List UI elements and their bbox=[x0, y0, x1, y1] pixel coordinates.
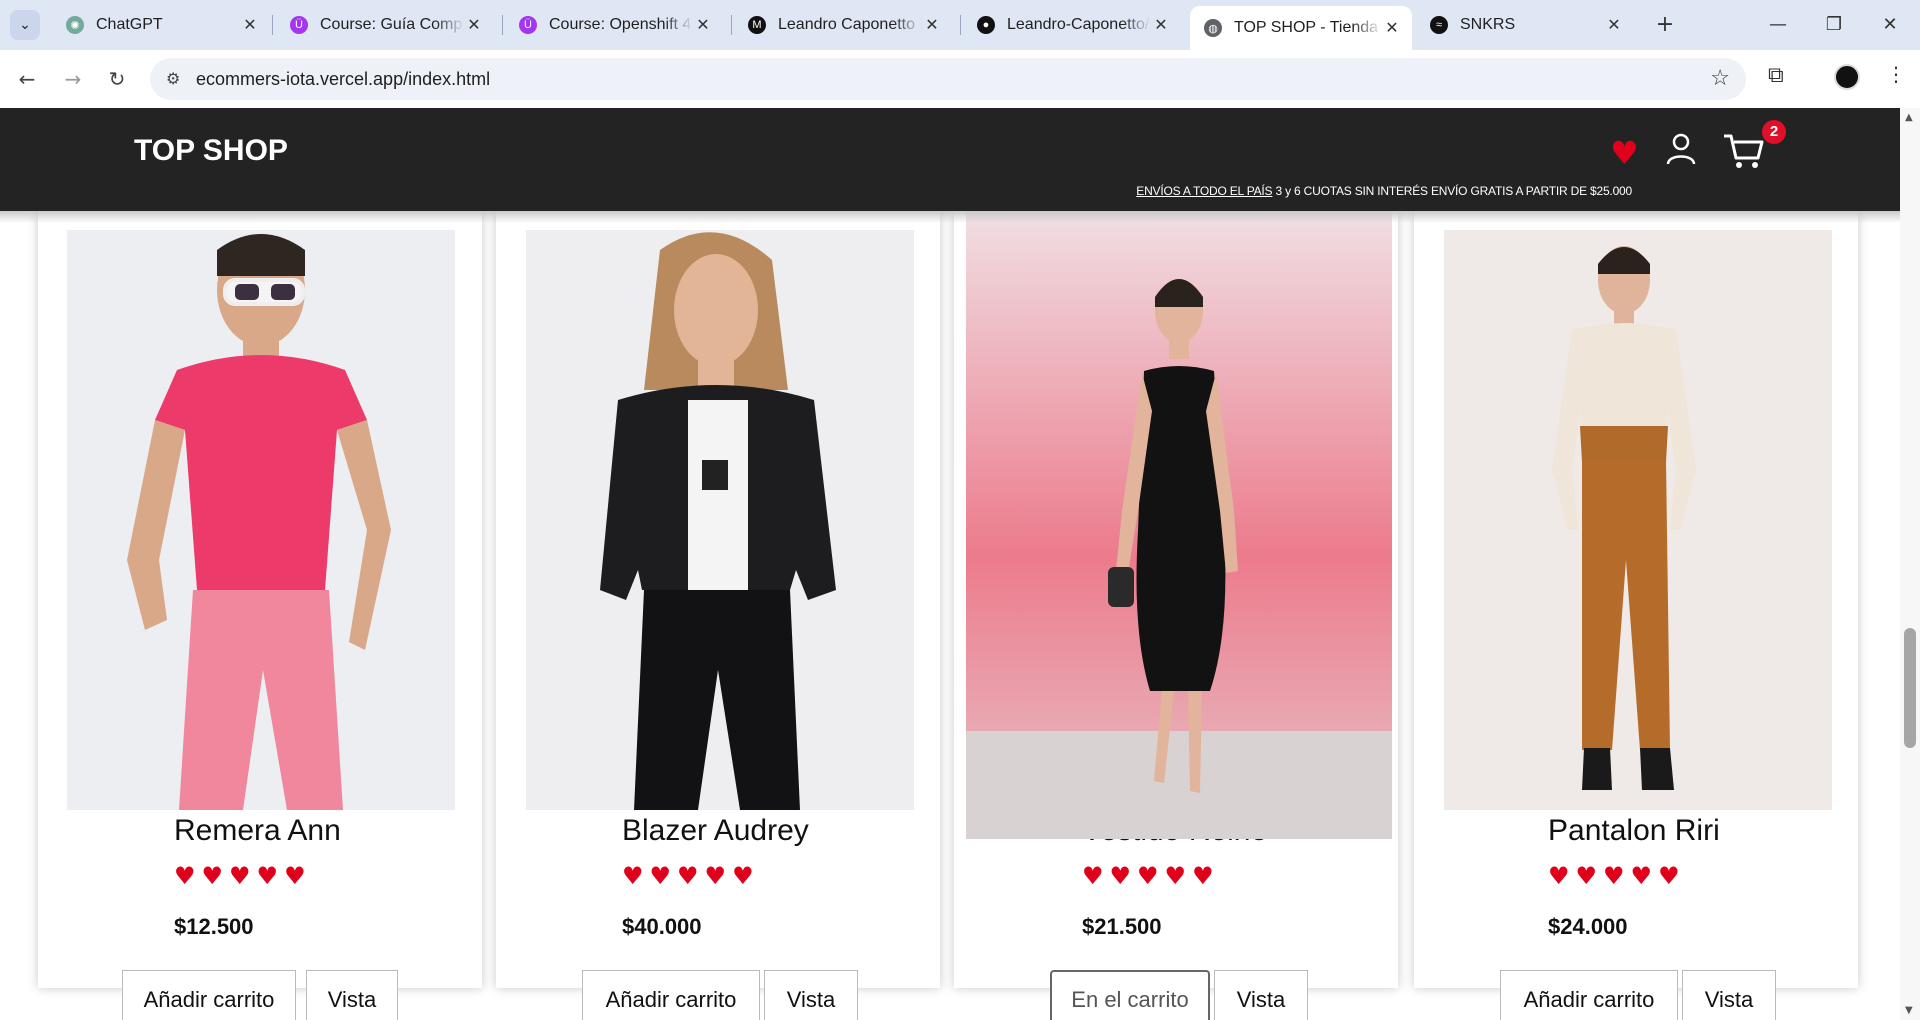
tab-search-button[interactable]: ⌄ bbox=[10, 10, 40, 40]
extensions-icon[interactable]: ⧉ bbox=[1768, 63, 1784, 88]
tab-title: Course: Guía Comple bbox=[320, 16, 464, 33]
cart-icon[interactable] bbox=[1722, 130, 1766, 170]
tab-snkrs[interactable]: ≈ SNKRS ✕ bbox=[1416, 6, 1634, 44]
rating-hearts: ♥♥♥♥♥ bbox=[1082, 862, 1220, 890]
product-price: $21.500 bbox=[1082, 914, 1162, 939]
globe-icon: ◍ bbox=[1204, 19, 1222, 37]
site-logo[interactable]: TOP SHOP bbox=[134, 134, 288, 168]
address-bar[interactable]: ⚙ ecommers-iota.vercel.app/index.html ☆ bbox=[150, 58, 1746, 100]
heart-icon[interactable]: ♥ bbox=[1610, 134, 1639, 172]
add-to-cart-button[interactable]: Añadir carrito bbox=[122, 970, 296, 1020]
close-icon[interactable]: ✕ bbox=[240, 15, 260, 35]
tab-course-guia[interactable]: Ü Course: Guía Comple ✕ bbox=[276, 6, 494, 44]
view-button[interactable]: Vista bbox=[306, 970, 398, 1020]
scroll-thumb[interactable] bbox=[1904, 628, 1916, 748]
url-text[interactable]: ecommers-iota.vercel.app/index.html bbox=[196, 69, 490, 90]
page-scrollbar[interactable]: ▲ ▼ bbox=[1900, 108, 1920, 1020]
product-name[interactable]: Pantalon Riri bbox=[1548, 814, 1720, 848]
udemy-icon: Ü bbox=[519, 16, 537, 34]
close-icon[interactable]: ✕ bbox=[1604, 15, 1624, 35]
rating-hearts: ♥♥♥♥♥ bbox=[174, 862, 312, 890]
new-tab-button[interactable]: + bbox=[1652, 12, 1678, 38]
product-price: $24.000 bbox=[1548, 914, 1628, 939]
product-image[interactable] bbox=[1444, 230, 1832, 810]
site-header: TOP SHOP ♥ 2 ENVÍOS A TODO EL PAÍS 3 y 6… bbox=[0, 108, 1900, 211]
view-button[interactable]: Vista bbox=[764, 970, 858, 1020]
forward-icon[interactable]: → bbox=[58, 64, 88, 94]
close-icon[interactable]: ✕ bbox=[464, 15, 484, 35]
minimize-icon[interactable]: — bbox=[1758, 12, 1798, 38]
product-price: $12.500 bbox=[174, 914, 254, 939]
tab-github[interactable]: ● Leandro-Caponetto/ ✕ bbox=[963, 6, 1181, 44]
promo-banner: ENVÍOS A TODO EL PAÍS 3 y 6 CUOTAS SIN I… bbox=[1136, 184, 1632, 198]
close-icon[interactable]: ✕ bbox=[693, 15, 713, 35]
site-info-icon[interactable]: ⚙ bbox=[166, 69, 180, 88]
tab-course-openshift[interactable]: Ü Course: Openshift 4 c ✕ bbox=[505, 6, 723, 44]
tab-medium[interactable]: M Leandro Caponetto | ✕ bbox=[734, 6, 952, 44]
tab-top-shop[interactable]: ◍ TOP SHOP - Tienda c ✕ bbox=[1190, 6, 1412, 50]
user-icon[interactable] bbox=[1666, 132, 1696, 166]
scroll-up-icon[interactable]: ▲ bbox=[1905, 112, 1913, 123]
tab-chatgpt[interactable]: ✺ ChatGPT ✕ bbox=[52, 6, 270, 44]
close-icon[interactable]: ✕ bbox=[1382, 18, 1402, 38]
rating-hearts: ♥♥♥♥♥ bbox=[622, 862, 760, 890]
product-price: $40.000 bbox=[622, 914, 702, 939]
tab-title: TOP SHOP - Tienda c bbox=[1234, 19, 1382, 36]
shipping-link[interactable]: ENVÍOS A TODO EL PAÍS bbox=[1136, 184, 1272, 198]
scroll-down-icon[interactable]: ▼ bbox=[1905, 1005, 1913, 1016]
restore-icon[interactable]: ❐ bbox=[1814, 12, 1854, 38]
back-icon[interactable]: ← bbox=[12, 64, 42, 94]
close-icon[interactable]: ✕ bbox=[922, 15, 942, 35]
add-to-cart-button[interactable]: Añadir carrito bbox=[1500, 970, 1678, 1020]
add-to-cart-button[interactable]: Añadir carrito bbox=[582, 970, 760, 1020]
rating-hearts: ♥♥♥♥♥ bbox=[1548, 862, 1686, 890]
close-icon[interactable]: ✕ bbox=[1151, 15, 1171, 35]
view-button[interactable]: Vista bbox=[1682, 970, 1776, 1020]
header-shadow bbox=[0, 211, 1900, 223]
tab-title: SNKRS bbox=[1460, 16, 1516, 33]
cart-count-badge: 2 bbox=[1762, 120, 1786, 144]
window-close-icon[interactable]: ✕ bbox=[1870, 12, 1910, 38]
nike-icon: ≈ bbox=[1430, 16, 1448, 34]
chatgpt-icon: ✺ bbox=[66, 16, 84, 34]
medium-icon: M bbox=[748, 16, 766, 34]
product-name[interactable]: Blazer Audrey bbox=[622, 814, 809, 848]
promo-text: 3 y 6 CUOTAS SIN INTERÉS ENVÍO GRATIS A … bbox=[1272, 184, 1632, 198]
product-image[interactable] bbox=[67, 230, 455, 810]
page-viewport: TOP SHOP ♥ 2 ENVÍOS A TODO EL PAÍS 3 y 6… bbox=[0, 108, 1920, 1020]
tab-title: Leandro Caponetto | bbox=[778, 16, 922, 33]
product-image[interactable] bbox=[526, 230, 914, 810]
view-button[interactable]: Vista bbox=[1214, 970, 1308, 1020]
tab-title: ChatGPT bbox=[96, 16, 163, 33]
profile-avatar[interactable] bbox=[1834, 64, 1860, 90]
browser-tab-strip: ⌄ ✺ ChatGPT ✕ Ü Course: Guía Comple ✕ Ü … bbox=[0, 0, 1920, 50]
product-image-hover[interactable] bbox=[966, 211, 1392, 839]
browser-toolbar: ← → ↻ ⚙ ecommers-iota.vercel.app/index.h… bbox=[0, 50, 1920, 108]
udemy-icon: Ü bbox=[290, 16, 308, 34]
browser-menu-icon[interactable]: ⋮ bbox=[1886, 62, 1906, 86]
github-icon: ● bbox=[977, 16, 995, 34]
tab-title: Leandro-Caponetto/ bbox=[1007, 16, 1150, 33]
in-cart-button[interactable]: En el carrito bbox=[1050, 970, 1210, 1020]
tab-title: Course: Openshift 4 c bbox=[549, 16, 693, 33]
bookmark-star-icon[interactable]: ☆ bbox=[1710, 66, 1730, 91]
reload-icon[interactable]: ↻ bbox=[102, 64, 132, 94]
product-name[interactable]: Remera Ann bbox=[174, 814, 341, 848]
